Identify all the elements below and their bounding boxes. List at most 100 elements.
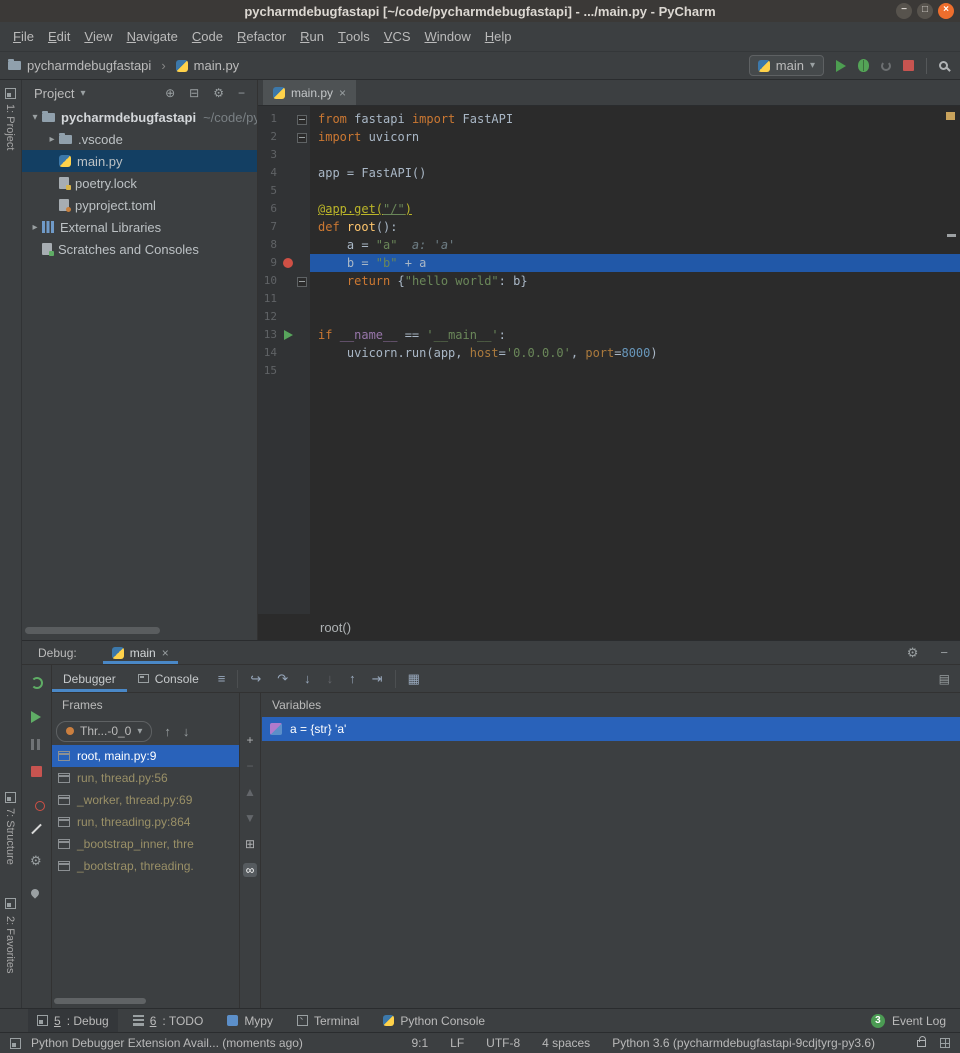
fold-icon[interactable] [296,110,308,128]
gear-icon[interactable]: ⚙ [907,645,919,661]
frame-row[interactable]: run, thread.py:56 [52,767,239,789]
menu-refactor[interactable]: Refactor [230,22,293,51]
step-over-icon[interactable]: ↷ [269,665,296,692]
code-text[interactable] [310,146,960,164]
chevron-collapsed-icon[interactable]: ▸ [45,134,59,145]
search-icon[interactable] [939,61,948,70]
frame-row[interactable]: _bootstrap_inner, thre [52,833,239,855]
run-configuration-select[interactable]: main ▾ [749,55,824,76]
resume-program-icon[interactable] [31,711,41,723]
step-out-icon[interactable]: ↑ [341,665,364,692]
pause-program-icon[interactable] [31,739,40,750]
toolwindow-toggle-icon[interactable] [10,1038,21,1049]
run-button[interactable] [836,60,846,72]
frame-row[interactable]: root, main.py:9 [52,745,239,767]
code-text[interactable]: b = "b" + a [310,254,960,272]
stop-button[interactable] [903,60,914,71]
gutter-line-2[interactable]: 2 [258,128,310,146]
indent-widget-icon[interactable] [940,1038,950,1048]
toolwindow-debug[interactable]: 5: Debug [28,1009,118,1032]
close-tab-icon[interactable]: × [162,646,169,660]
debug-session-tab[interactable]: main × [103,641,178,664]
stripe-favorites-button[interactable]: 2: Favorites [4,916,16,973]
rerun-debug-icon[interactable] [31,677,43,689]
menu-edit[interactable]: Edit [41,22,77,51]
frame-row[interactable]: _bootstrap, threading. [52,855,239,877]
run-to-cursor-icon[interactable]: ⇥ [364,665,391,692]
move-watch-up-icon[interactable]: ▲ [243,785,257,799]
frame-row[interactable]: _worker, thread.py:69 [52,789,239,811]
fold-icon[interactable] [296,272,308,290]
menu-view[interactable]: View [77,22,119,51]
code-text[interactable]: def root(): [310,218,960,236]
show-execution-point-icon[interactable]: ↪ [242,665,269,692]
gutter-line-14[interactable]: 14 [258,344,310,362]
toolwindow-todo[interactable]: 6: TODO [124,1009,213,1032]
menu-window[interactable]: Window [418,22,478,51]
python-interpreter[interactable]: Python 3.6 (pycharmdebugfastapi-9cdjtyrg… [612,1036,875,1050]
code-text[interactable]: @app.get("/") [310,200,960,218]
favorites-stripe-icon[interactable] [5,898,16,909]
show-return-values-icon[interactable]: ∞ [243,863,257,877]
tree-item-external-libraries[interactable]: ▸ External Libraries [22,216,257,238]
hide-panel-icon[interactable]: − [940,645,948,660]
gutter-line-15[interactable]: 15 [258,362,310,380]
project-view-title[interactable]: Project [34,86,74,101]
tab-console[interactable]: Console [127,665,210,692]
run-line-icon[interactable] [282,326,296,344]
gutter-line-13[interactable]: 13 [258,326,310,344]
file-encoding[interactable]: UTF-8 [486,1036,520,1050]
line-ending[interactable]: LF [450,1036,464,1050]
tree-item-pyproject-toml[interactable]: pyproject.toml [22,194,257,216]
add-watch-icon[interactable]: + [243,733,257,747]
indent-size[interactable]: 4 spaces [542,1036,590,1050]
stripe-structure-button[interactable]: 7: Structure [4,808,16,865]
titlebar[interactable]: pycharmdebugfastapi [~/code/pycharmdebug… [0,0,960,22]
close-tab-icon[interactable]: × [339,86,346,100]
code-text[interactable] [310,290,960,308]
tab-debugger[interactable]: Debugger [52,665,127,692]
close-button[interactable]: × [938,3,954,19]
chevron-expanded-icon[interactable]: ▾ [28,112,42,123]
editor-tab-main-py[interactable]: main.py × [263,80,356,105]
layout-settings-icon[interactable]: ▤ [939,672,950,686]
move-watch-down-icon[interactable]: ▼ [243,811,257,825]
menu-tools[interactable]: Tools [331,22,377,51]
breakpoint-icon[interactable] [282,254,296,272]
toolwindow-python-console[interactable]: Python Console [374,1009,494,1032]
tree-item-vscode[interactable]: ▸ .vscode [22,128,257,150]
coverage-button[interactable] [881,61,891,71]
tree-item-project-root[interactable]: ▾ pycharmdebugfastapi ~/code/pycharmdebu… [22,106,257,128]
minimize-button[interactable]: − [896,3,912,19]
variable-row[interactable]: a = {str} 'a' [262,717,960,741]
thread-dropdown[interactable]: Thr...-0_0 ▾ [56,721,152,742]
horizontal-scrollbar[interactable] [25,627,160,634]
code-text[interactable]: return {"hello world": b} [310,272,960,290]
gutter-line-9[interactable]: 9 [258,254,310,272]
pin-tab-icon[interactable] [29,887,40,898]
breadcrumb-project[interactable]: pycharmdebugfastapi [27,58,151,73]
menu-vcs[interactable]: VCS [377,22,418,51]
code-text[interactable]: import uvicorn [310,128,960,146]
gutter-line-8[interactable]: 8 [258,236,310,254]
code-text[interactable] [310,362,960,380]
menu-run[interactable]: Run [293,22,331,51]
force-step-into-icon[interactable]: ↓ [319,665,342,692]
fold-icon[interactable] [296,128,308,146]
debug-button[interactable] [858,59,869,72]
stripe-project-button[interactable]: 1: Project [4,104,16,150]
evaluate-expression-icon[interactable]: ▦ [400,665,428,692]
gutter-line-10[interactable]: 10 [258,272,310,290]
gear-icon[interactable]: ⚙ [213,86,224,100]
menu-help[interactable]: Help [478,22,519,51]
code-text[interactable]: from fastapi import FastAPI [310,110,960,128]
gutter-line-6[interactable]: 6 [258,200,310,218]
locate-file-icon[interactable]: ⊕ [165,86,175,100]
remove-watch-icon[interactable]: − [243,759,257,773]
stop-process-icon[interactable] [31,766,42,777]
scope-breadcrumb[interactable]: root() [320,620,351,635]
menu-code[interactable]: Code [185,22,230,51]
gutter-line-4[interactable]: 4 [258,164,310,182]
event-log-button[interactable]: 3 Event Log [871,1009,946,1032]
next-frame-icon[interactable]: ↓ [183,724,190,739]
